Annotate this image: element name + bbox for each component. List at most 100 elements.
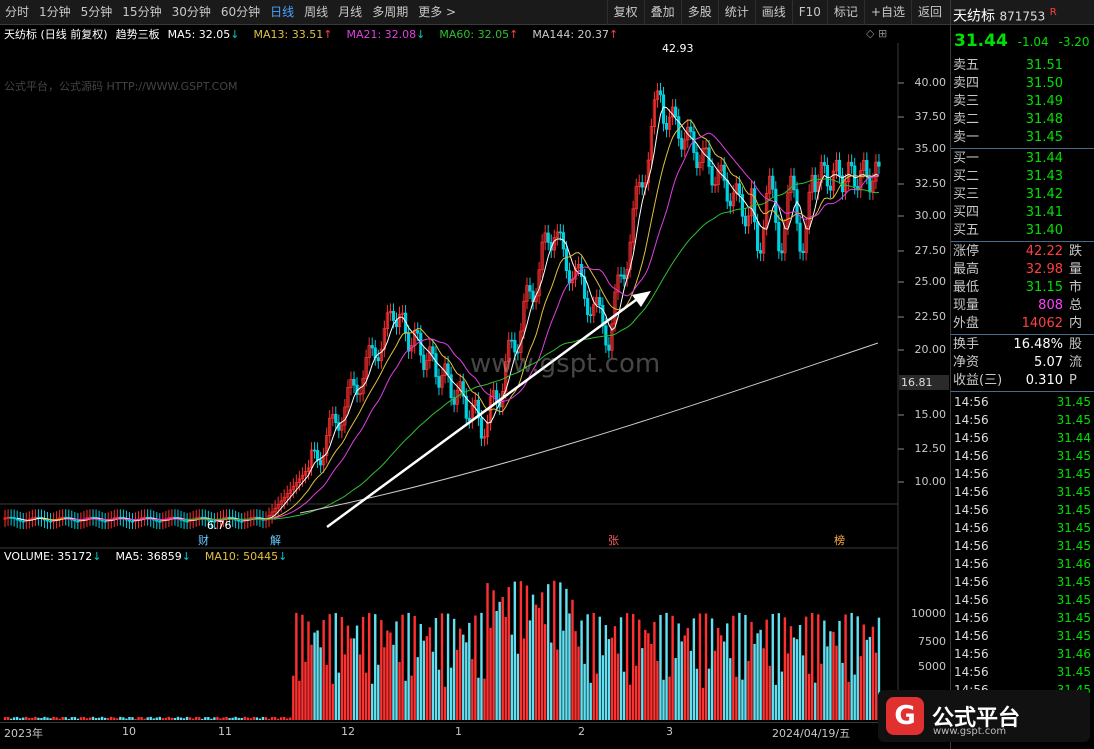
candle-body: [155, 519, 159, 522]
candle-body: [725, 179, 729, 202]
volume-bar: [853, 674, 856, 720]
stat-label: 外盘: [953, 316, 980, 331]
period-tab[interactable]: 1分钟: [34, 0, 76, 25]
volume-bar: [116, 718, 119, 720]
orderbook-row[interactable]: 卖四 31.50: [951, 75, 1094, 93]
tool-button[interactable]: 叠加: [643, 0, 681, 25]
orderbook-price: 31.49: [1025, 94, 1063, 109]
volume-axis-label: 7500: [918, 635, 946, 648]
volume-bar: [298, 680, 301, 720]
period-tab[interactable]: 月线: [333, 0, 367, 25]
tool-button[interactable]: F10: [791, 0, 827, 25]
orderbook-row[interactable]: 买四 31.41: [951, 204, 1094, 222]
volume-bar: [783, 617, 787, 720]
period-tab[interactable]: 60分钟: [216, 0, 265, 25]
volume-bar: [304, 661, 307, 720]
chart-settings-icon[interactable]: ◇ ⊞: [866, 27, 887, 40]
candle-body: [479, 417, 484, 439]
indicator-name[interactable]: 趋势三板: [116, 26, 160, 42]
tool-button[interactable]: 统计: [717, 0, 755, 25]
volume-bar: [55, 717, 58, 720]
trades-divider: [951, 391, 1094, 392]
volume-bar: [847, 681, 850, 720]
orderbook-row[interactable]: 买五 31.40: [951, 222, 1094, 240]
orderbook-row[interactable]: 买三 31.42: [951, 186, 1094, 204]
volume-bar: [844, 614, 847, 720]
volume-bar: [313, 632, 316, 720]
stat-row: 现量 808 总: [951, 297, 1094, 315]
trade-list[interactable]: 14:56 31.45 14:56 31.45 14:56 31.44 14:56 31.45…: [951, 393, 1094, 699]
period-tab[interactable]: 15分钟: [117, 0, 166, 25]
volume-bar: [789, 626, 793, 720]
candle-body: [407, 332, 411, 352]
period-tab[interactable]: 多周期: [367, 0, 413, 25]
marker-cai[interactable]: 财: [196, 532, 211, 548]
volume-bar: [519, 581, 523, 720]
stat-extra-label: 市: [1069, 280, 1083, 295]
volume-bar: [635, 665, 638, 720]
volume-bar: [729, 658, 732, 720]
period-tab[interactable]: 分时: [0, 0, 34, 25]
tool-button[interactable]: +自选: [863, 0, 911, 25]
candle-body: [771, 175, 775, 190]
candle-body: [564, 248, 569, 272]
volume-bar: [328, 614, 331, 720]
period-tab[interactable]: 日线: [265, 0, 299, 25]
marker-zhang[interactable]: 张: [606, 532, 621, 548]
tool-button[interactable]: 画线: [754, 0, 792, 25]
period-tab[interactable]: 5分钟: [76, 0, 118, 25]
volume-bar: [659, 614, 662, 720]
candle-body: [510, 339, 514, 342]
tool-button[interactable]: 返回: [910, 0, 948, 25]
volume-bar: [723, 641, 726, 720]
candle-body: [76, 520, 80, 523]
stat-label: 涨停: [953, 244, 980, 259]
center-watermark: www.gspt.com: [470, 349, 661, 379]
volume-bar: [540, 592, 544, 720]
orderbook-row[interactable]: 买一 31.44: [951, 150, 1094, 168]
marker-bang[interactable]: 榜: [832, 532, 847, 548]
volume-bar: [310, 644, 313, 720]
candle-body: [728, 200, 732, 207]
volume-bar: [462, 634, 465, 720]
orderbook-row[interactable]: 买二 31.43: [951, 168, 1094, 186]
candle-body: [240, 520, 244, 523]
volume-bar: [395, 621, 398, 720]
period-tab[interactable]: 30分钟: [167, 0, 216, 25]
period-tab[interactable]: 更多 >: [413, 0, 461, 25]
orderbook-row[interactable]: 卖二 31.48: [951, 111, 1094, 129]
price-axis-label: 20.00: [914, 343, 947, 356]
trade-time: 14:56: [954, 557, 989, 571]
volume-bar: [780, 671, 784, 720]
candle-body: [431, 346, 435, 355]
marker-jie[interactable]: 解: [268, 532, 283, 548]
tool-list: 复权 叠加 多股 统计 画线 F10 标记 +自选 返回: [606, 0, 948, 25]
volume-bar: [562, 630, 565, 720]
kline-chart[interactable]: [0, 43, 950, 723]
stat-extra-label: 跌: [1069, 244, 1083, 259]
tool-button[interactable]: 复权: [606, 0, 644, 25]
volume-bar: [613, 626, 617, 720]
orderbook-row[interactable]: 卖一 31.45: [951, 129, 1094, 147]
tool-button[interactable]: 标记: [826, 0, 864, 25]
candle-body: [795, 189, 799, 224]
time-axis-label: 10: [122, 725, 136, 738]
volume-bar: [550, 642, 553, 720]
volume-bar: [407, 612, 410, 720]
trade-row: 14:56 31.46: [951, 645, 1094, 663]
tool-button[interactable]: 多股: [680, 0, 718, 25]
volume-bar: [389, 632, 392, 720]
price-axis-label: 30.00: [914, 209, 947, 222]
candle-body: [674, 106, 678, 118]
ma21-label: MA21: 32.08: [346, 27, 417, 41]
orderbook-row[interactable]: 卖五 31.51: [951, 57, 1094, 75]
period-tab[interactable]: 周线: [299, 0, 333, 25]
orderbook-row[interactable]: 卖三 31.49: [951, 93, 1094, 111]
trade-price: 31.45: [1056, 665, 1091, 679]
volume-bar: [137, 717, 140, 720]
trade-time: 14:56: [954, 521, 989, 535]
logo-sub: www.gspt.com: [933, 726, 1007, 737]
candle-body: [315, 450, 320, 461]
candle-body: [434, 353, 438, 377]
volume-bar: [364, 672, 368, 720]
